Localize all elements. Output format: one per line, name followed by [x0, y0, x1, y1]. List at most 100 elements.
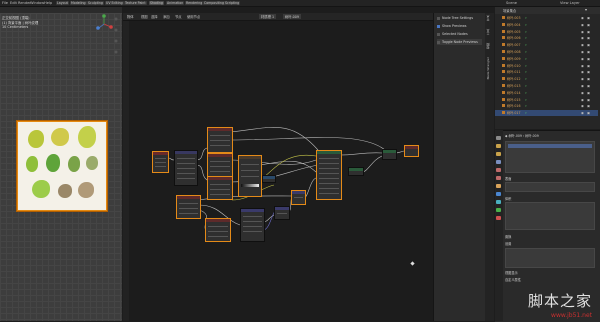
outliner-row[interactable]: 树叶.013 ▿ ◉ ▣	[495, 83, 598, 89]
selected-nodes-row[interactable]: Selected Nodes	[437, 31, 482, 37]
selected-nodes-checkbox[interactable]	[437, 32, 440, 36]
data-tab-icon[interactable]	[496, 208, 501, 212]
outliner-row[interactable]: 树叶.016 ▿ ◉ ▣	[495, 103, 598, 109]
camera-icon[interactable]: ▣	[587, 15, 590, 21]
outliner-row-label: 树叶.016	[507, 104, 521, 109]
material-slot-list[interactable]	[505, 141, 595, 173]
surface-section-header[interactable]: 表面	[505, 176, 511, 181]
eye-icon[interactable]: ◉	[581, 90, 584, 96]
outliner-row[interactable]: 树叶.014 ▿ ◉ ▣	[495, 90, 598, 96]
node-tree-settings-row[interactable]: Node Tree Settings	[437, 15, 482, 21]
sidebar-tab-view[interactable]: 视图	[486, 43, 493, 49]
show-previews-checkbox[interactable]	[437, 24, 440, 28]
node-image-texture-1[interactable]	[207, 127, 233, 153]
node-image-texture-4[interactable]	[205, 218, 231, 242]
node-image-texture-3[interactable]	[207, 176, 233, 200]
outliner-row[interactable]: 树叶.006 ▿ ◉ ▣	[495, 35, 598, 41]
node-principled-bsdf[interactable]	[316, 150, 342, 200]
eye-icon[interactable]: ◉	[581, 83, 584, 89]
sidebar-tab-node[interactable]: 节点	[486, 15, 493, 21]
outliner-row[interactable]: 树叶.012 ▿ ◉ ▣	[495, 76, 598, 82]
outliner-row[interactable]: 树叶.009 ▿ ◉ ▣	[495, 56, 598, 62]
custom-properties-section-header[interactable]: 自定义属性	[505, 277, 521, 282]
node-mapping[interactable]	[174, 150, 198, 186]
outliner-row[interactable]: 树叶.008 ▿ ◉ ▣	[495, 49, 598, 55]
outliner-row[interactable]: 树叶.007 ▿ ◉ ▣	[495, 42, 598, 48]
camera-icon[interactable]: ▣	[587, 83, 590, 89]
eye-icon[interactable]: ◉	[581, 49, 584, 55]
node-tree-settings-label: Node Tree Settings	[442, 16, 474, 20]
filter-icon[interactable]: ▾	[585, 7, 587, 12]
eye-icon[interactable]: ◉	[581, 97, 584, 103]
camera-icon[interactable]: ▣	[587, 42, 590, 48]
eye-icon[interactable]: ◉	[581, 15, 584, 21]
camera-icon[interactable]: ▣	[587, 69, 590, 75]
outliner-row[interactable]: 树叶.004 ▿ ◉ ▣	[495, 22, 598, 28]
outliner-row[interactable]: 树叶.017 ▿ ◉ ▣	[495, 110, 598, 117]
object-tab-icon[interactable]	[496, 184, 501, 188]
eye-icon[interactable]: ◉	[581, 63, 584, 69]
node-normal-map[interactable]	[291, 190, 306, 205]
node-bump[interactable]	[240, 208, 265, 242]
outliner-row-label: 树叶.012	[507, 77, 521, 82]
eye-icon[interactable]: ◉	[581, 76, 584, 82]
eye-icon[interactable]: ◉	[581, 22, 584, 28]
sidebar-tab-node-wrangler[interactable]: Node Wrangler	[486, 57, 493, 79]
tool-tab-icon[interactable]	[496, 136, 501, 140]
camera-icon[interactable]: ▣	[587, 29, 590, 35]
eye-icon[interactable]: ◉	[581, 110, 584, 116]
camera-icon[interactable]: ▣	[587, 97, 590, 103]
output-tab-icon[interactable]	[496, 152, 501, 156]
node-material-output[interactable]	[404, 145, 419, 157]
particles-tab-icon[interactable]	[496, 200, 501, 204]
modifier-icon: ▿	[525, 70, 527, 75]
outliner-row[interactable]: 树叶.003 ▿ ◉ ▣	[495, 15, 598, 21]
camera-icon[interactable]: ▣	[587, 63, 590, 69]
surface-shader-field[interactable]	[505, 182, 595, 192]
node-translucent[interactable]	[348, 167, 364, 176]
render-tab-icon[interactable]	[496, 144, 501, 148]
outliner-row[interactable]: 树叶.005 ▿ ◉ ▣	[495, 29, 598, 35]
eye-icon[interactable]: ◉	[581, 103, 584, 109]
camera-icon[interactable]: ▣	[587, 103, 590, 109]
camera-icon[interactable]: ▣	[587, 90, 590, 96]
viewport-display-section-header[interactable]: 视图显示	[505, 270, 518, 275]
camera-icon[interactable]: ▣	[587, 49, 590, 55]
eye-icon[interactable]: ◉	[581, 29, 584, 35]
volume-section-header[interactable]: 体积	[505, 196, 511, 201]
node-image-texture-2[interactable]	[207, 153, 233, 177]
outliner-row[interactable]: 树叶.010 ▿ ◉ ▣	[495, 63, 598, 69]
material-slot-item[interactable]	[508, 144, 592, 148]
node-texture-coordinate[interactable]	[152, 151, 169, 173]
node-math[interactable]	[274, 206, 290, 220]
toggle-node-previews-checkbox[interactable]	[437, 40, 440, 44]
node-mix-shader[interactable]	[382, 149, 397, 160]
outliner-row[interactable]: 树叶.015 ▿ ◉ ▣	[495, 97, 598, 103]
camera-icon[interactable]: ▣	[587, 110, 590, 116]
camera-icon[interactable]: ▣	[587, 76, 590, 82]
site-watermark-url: www.jb51.net	[551, 312, 592, 319]
camera-icon[interactable]: ▣	[587, 56, 590, 62]
view-layer-tab-icon[interactable]	[496, 160, 501, 164]
eye-icon[interactable]: ◉	[581, 35, 584, 41]
eye-icon[interactable]: ◉	[581, 56, 584, 62]
modifier-tab-icon[interactable]	[496, 192, 501, 196]
settings-section-header[interactable]: 设置	[505, 241, 511, 246]
node-color-ramp[interactable]	[238, 155, 262, 197]
toggle-node-previews-button[interactable]: Toggle Node Previews	[437, 39, 482, 45]
eye-icon[interactable]: ◉	[581, 69, 584, 75]
node-noise-texture[interactable]	[176, 195, 201, 219]
scene-tab-icon[interactable]	[496, 168, 501, 172]
eye-icon[interactable]: ◉	[581, 42, 584, 48]
show-previews-row[interactable]: Show Previews	[437, 23, 482, 29]
outliner-row[interactable]: 树叶.011 ▿ ◉ ▣	[495, 69, 598, 75]
material-tab-icon[interactable]	[496, 216, 501, 220]
camera-icon[interactable]: ▣	[587, 35, 590, 41]
sidebar-tab-tool[interactable]: 工具	[486, 29, 493, 35]
camera-icon[interactable]: ▣	[587, 22, 590, 28]
world-tab-icon[interactable]	[496, 176, 501, 180]
show-previews-label: Show Previews	[442, 24, 467, 28]
displacement-section-header[interactable]: 置换	[505, 234, 511, 239]
node-reroute[interactable]	[262, 175, 276, 183]
node-tree-settings-checkbox[interactable]	[437, 16, 440, 20]
